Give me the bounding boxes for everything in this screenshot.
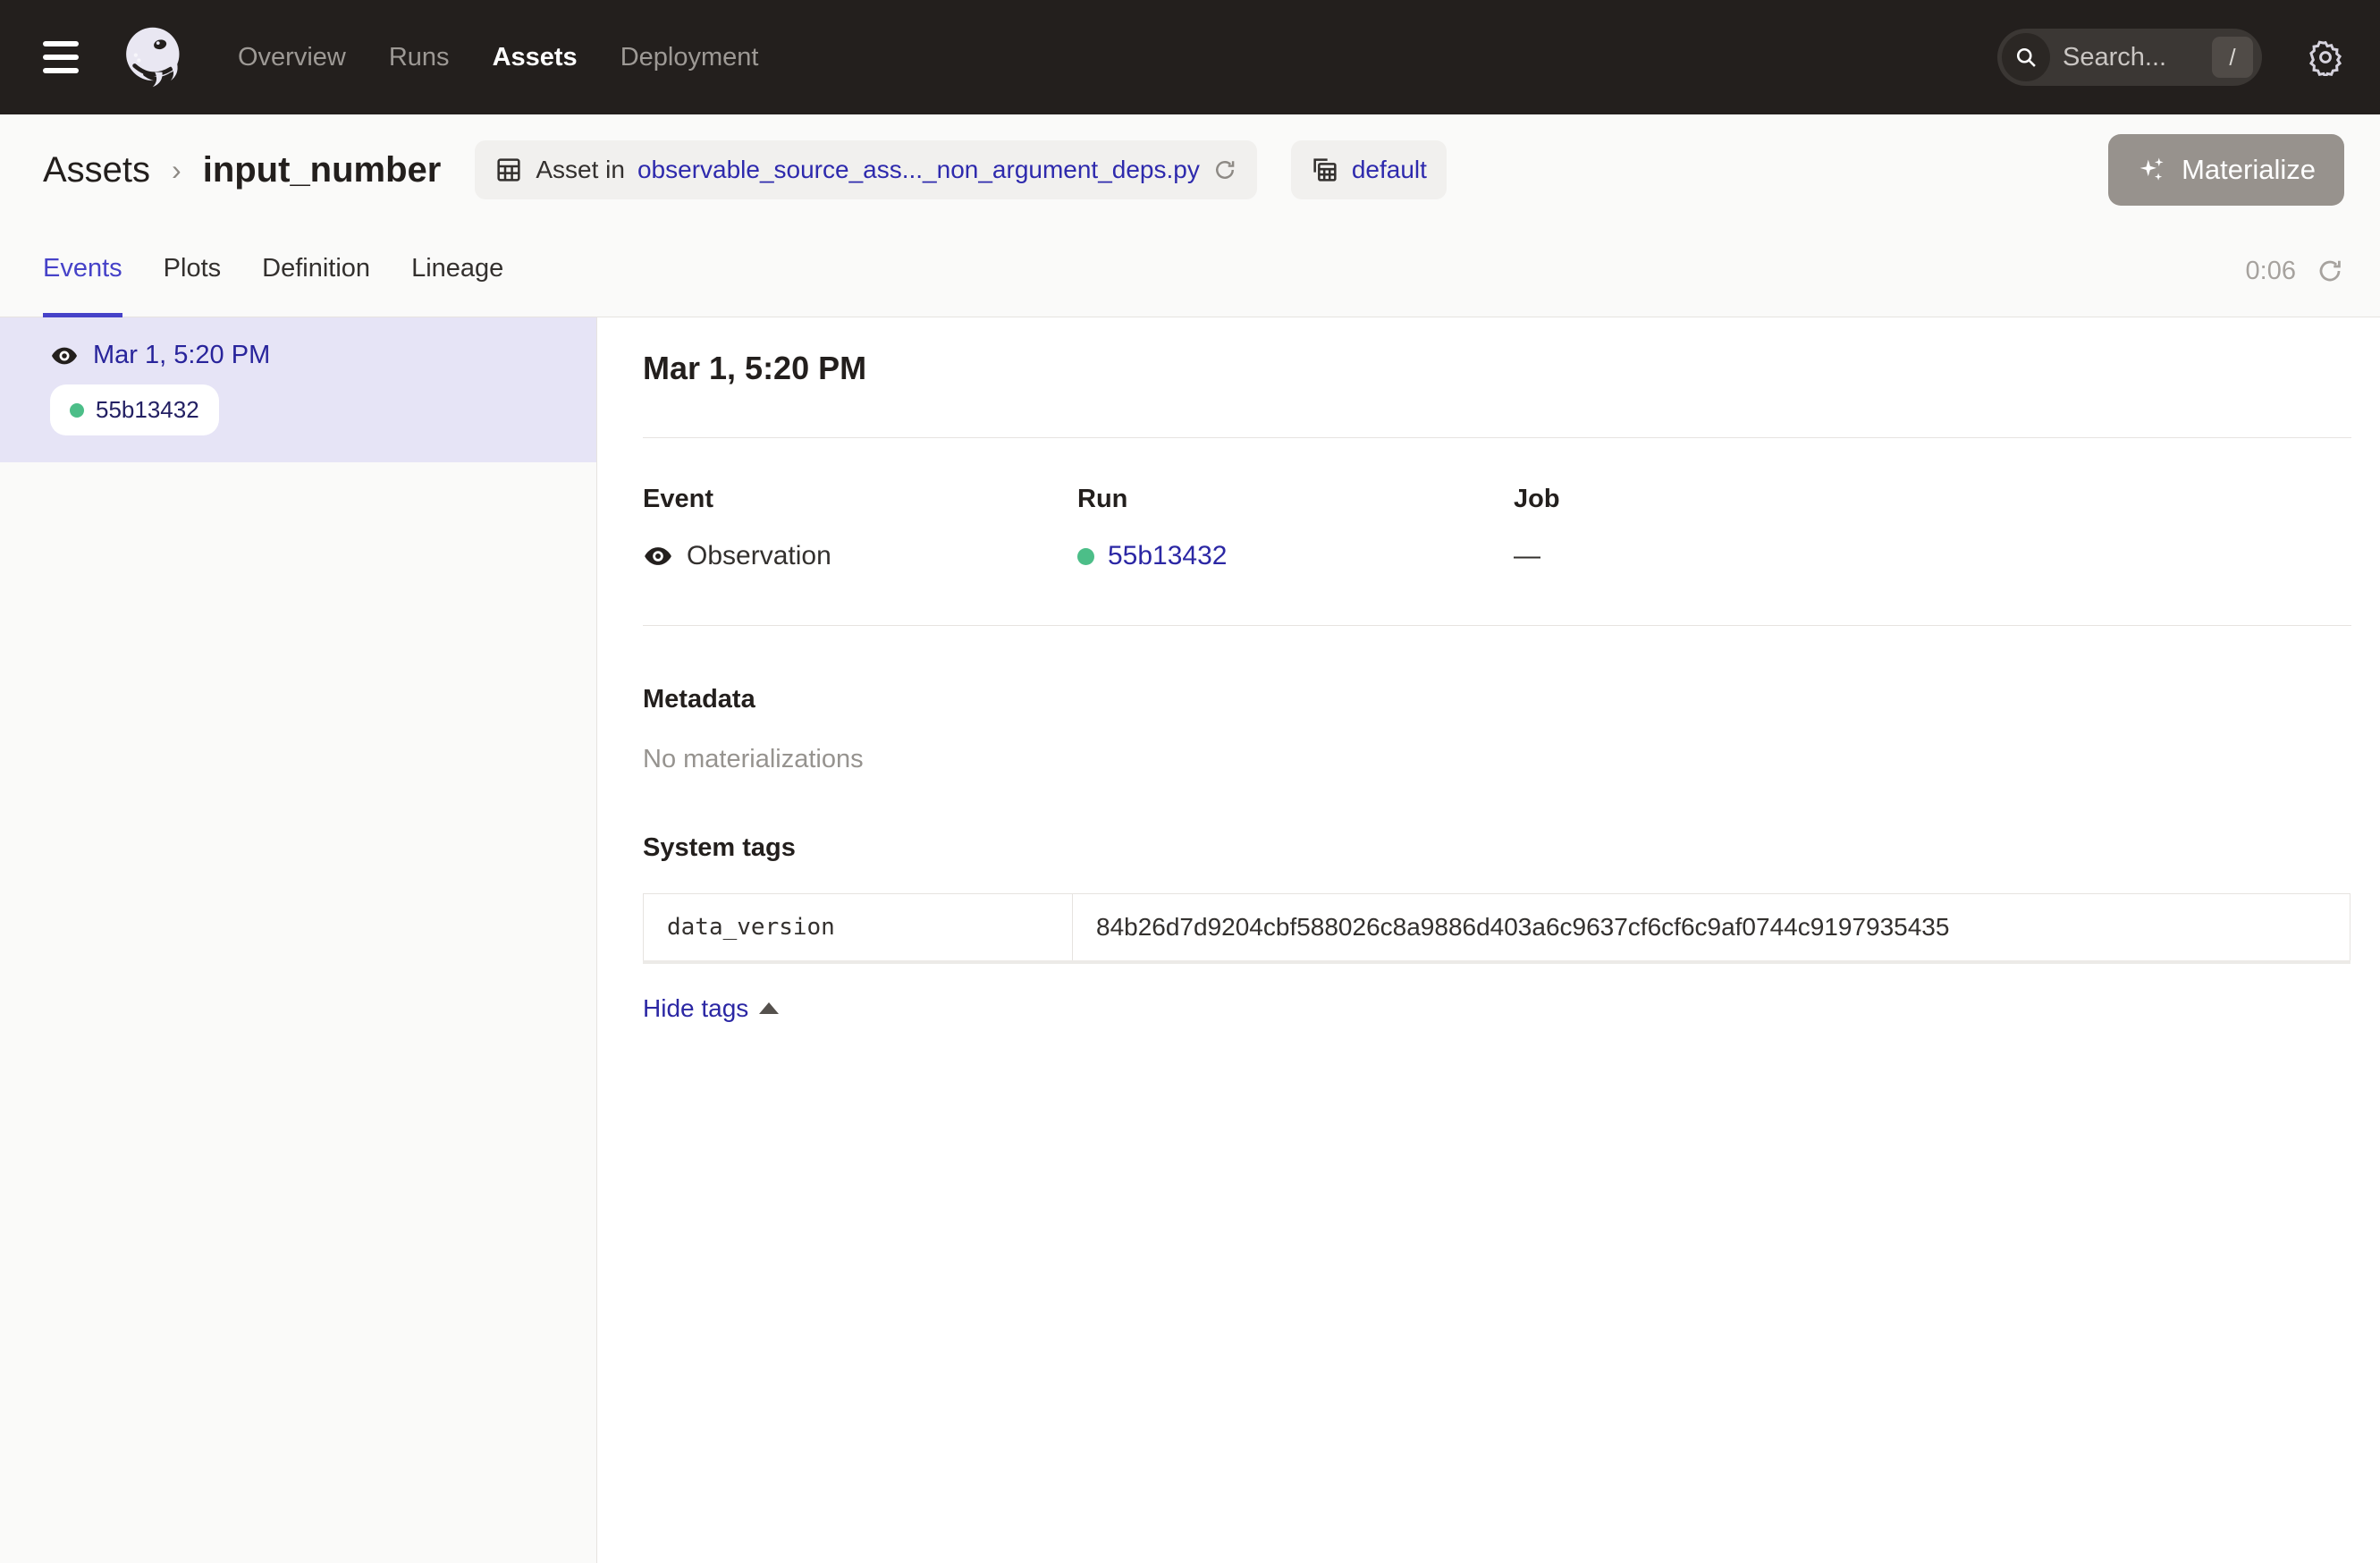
table-row: data_version 84b26d7d9204cbf588026c8a988… — [644, 894, 2350, 962]
asset-source-file-link[interactable]: observable_source_ass..._non_argument_de… — [637, 156, 1200, 184]
nav-item-deployment[interactable]: Deployment — [620, 43, 759, 72]
sparkles-icon — [2137, 155, 2167, 185]
system-tags-heading: System tags — [643, 833, 2351, 863]
event-detail-panel: Mar 1, 5:20 PM Event Observation — [597, 317, 2380, 1563]
search-icon — [2002, 33, 2050, 81]
table-grid-icon — [494, 156, 523, 184]
job-empty-value: — — [1514, 541, 1540, 571]
events-sidebar: Mar 1, 5:20 PM 55b13432 — [0, 317, 597, 1563]
hide-tags-label: Hide tags — [643, 994, 748, 1023]
group-default-link[interactable]: default — [1352, 156, 1427, 184]
breadcrumb-separator: › — [172, 154, 181, 187]
primary-nav: Overview Runs Assets Deployment — [238, 43, 758, 72]
tag-value-cell: 84b26d7d9204cbf588026c8a9886d403a6c9637c… — [1073, 894, 2350, 962]
materialize-button[interactable]: Materialize — [2108, 134, 2344, 206]
nav-item-overview[interactable]: Overview — [238, 43, 346, 72]
reload-definition-icon[interactable] — [1212, 157, 1237, 182]
run-id-text: 55b13432 — [96, 396, 199, 424]
tab-lineage[interactable]: Lineage — [411, 226, 503, 317]
tag-key-cell: data_version — [644, 894, 1073, 962]
hide-tags-toggle[interactable]: Hide tags — [643, 994, 779, 1023]
asset-group-badge[interactable]: default — [1291, 140, 1447, 199]
asset-definition-badge: Asset in observable_source_ass..._non_ar… — [475, 140, 1256, 199]
metadata-empty-text: No materializations — [643, 745, 2351, 774]
tab-plots[interactable]: Plots — [164, 226, 221, 317]
materialize-label: Materialize — [2182, 154, 2316, 186]
run-success-dot — [1077, 548, 1094, 565]
search-input[interactable] — [2063, 43, 2199, 72]
event-timestamp-link[interactable]: Mar 1, 5:20 PM — [93, 341, 270, 370]
tab-events[interactable]: Events — [43, 226, 122, 317]
run-column-label: Run — [1077, 485, 1514, 514]
page-title: input_number — [203, 150, 442, 190]
observation-eye-icon — [643, 541, 673, 571]
search-shortcut-key: / — [2212, 37, 2253, 78]
asset-tabs-row: Events Plots Definition Lineage 0:06 — [0, 225, 2380, 317]
dagster-logo-icon[interactable] — [120, 23, 188, 91]
asset-in-label: Asset in — [536, 156, 625, 184]
settings-gear-icon[interactable] — [2307, 38, 2344, 76]
metadata-heading: Metadata — [643, 685, 2351, 714]
observation-eye-icon — [50, 342, 79, 370]
breadcrumb-assets-link[interactable]: Assets — [43, 150, 150, 190]
run-id-badge[interactable]: 55b13432 — [50, 384, 219, 435]
run-id-link[interactable]: 55b13432 — [1108, 541, 1227, 571]
search-box[interactable]: / — [1997, 29, 2262, 86]
chevron-up-icon — [759, 1002, 779, 1014]
system-tags-table: data_version 84b26d7d9204cbf588026c8a988… — [643, 893, 2350, 964]
tab-definition[interactable]: Definition — [262, 226, 370, 317]
top-nav: Overview Runs Assets Deployment / — [0, 0, 2380, 114]
asset-group-icon — [1311, 156, 1339, 184]
job-column-label: Job — [1514, 485, 2351, 514]
run-success-dot — [70, 403, 84, 418]
divider — [643, 625, 2351, 626]
event-list-item[interactable]: Mar 1, 5:20 PM 55b13432 — [0, 317, 596, 462]
page-header: Assets › input_number Asset in observabl… — [0, 114, 2380, 225]
event-type-value: Observation — [687, 541, 831, 571]
divider — [643, 437, 2351, 438]
nav-item-assets[interactable]: Assets — [493, 43, 578, 72]
nav-item-runs[interactable]: Runs — [389, 43, 450, 72]
event-column-label: Event — [643, 485, 1077, 514]
event-detail-title: Mar 1, 5:20 PM — [643, 350, 2351, 387]
hamburger-menu-icon[interactable] — [43, 41, 82, 73]
refresh-icon[interactable] — [2316, 257, 2344, 285]
refresh-timer: 0:06 — [2246, 257, 2296, 286]
